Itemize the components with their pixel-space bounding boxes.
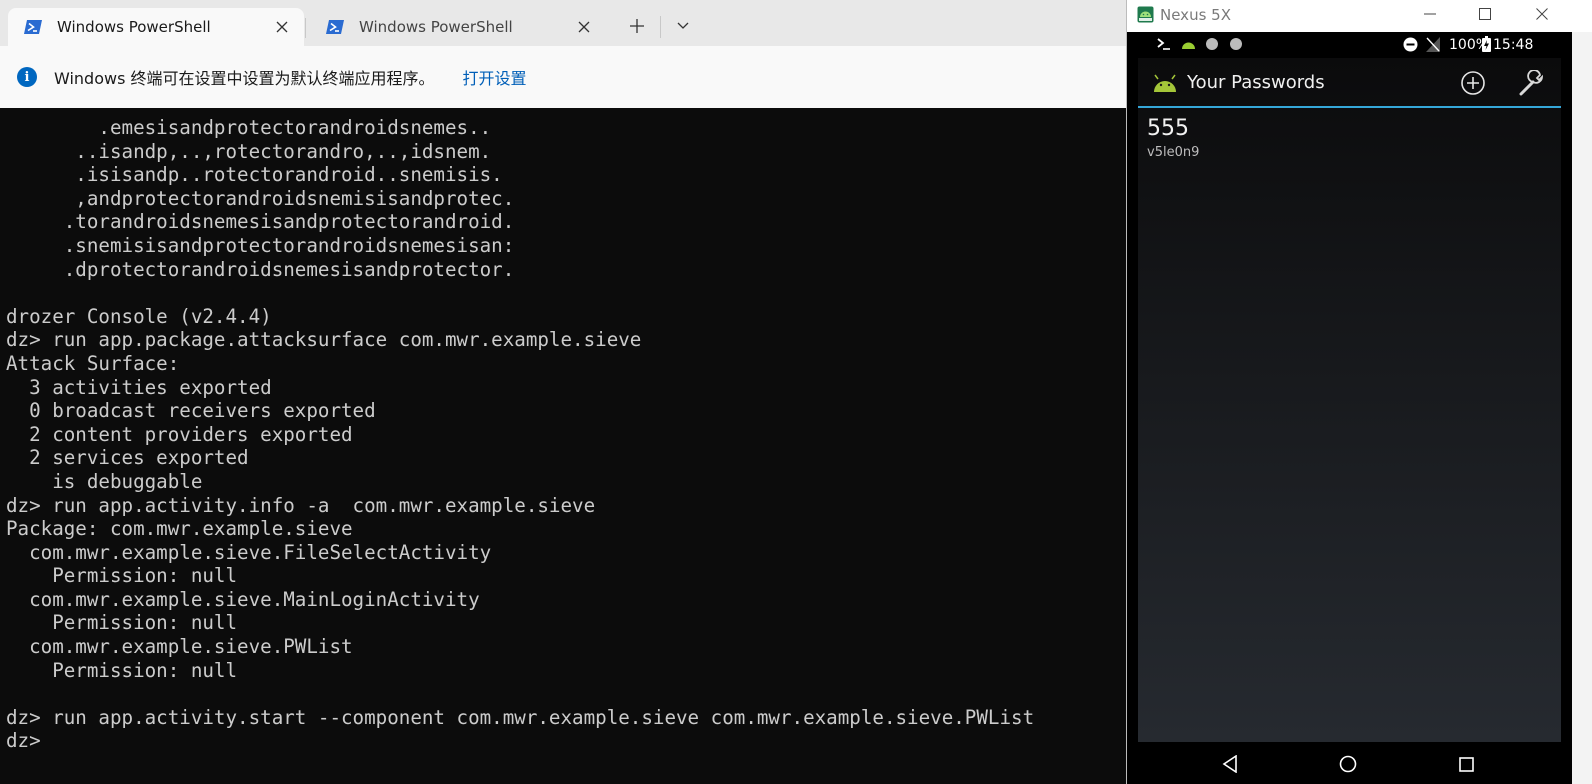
tab-title: Windows PowerShell [359, 18, 513, 36]
toolbar-divider [660, 16, 661, 38]
open-settings-link[interactable]: 打开设置 [463, 65, 527, 89]
tab-bar: Windows PowerShell Windows PowerShell [0, 0, 1130, 46]
console-line: com.mwr.example.sieve.PWList [6, 635, 353, 659]
android-nav-bar [1127, 742, 1572, 784]
password-service: 555 [1147, 116, 1189, 141]
terminal-notification-icon [1157, 38, 1170, 50]
add-password-button[interactable] [1460, 70, 1486, 96]
tab-powershell-2[interactable]: Windows PowerShell [310, 8, 606, 46]
password-list-item[interactable]: 555 v5le0n9 [1147, 116, 1547, 172]
maximize-button[interactable] [1462, 0, 1508, 28]
password-username: v5le0n9 [1147, 145, 1200, 160]
console-output[interactable]: .emesisandprotectorandroidsnemes.. ..isa… [6, 116, 1126, 753]
app-screen: Your Passwords 555 v5le0n9 [1138, 58, 1561, 742]
tab-divider [305, 18, 306, 38]
minimize-icon [1424, 13, 1436, 15]
info-bar: i Windows 终端可在设置中设置为默认终端应用程序。 打开设置 [0, 46, 1130, 108]
phone-display: 100% 15:48 Your Passwords 555 v5le0n9 [1127, 32, 1572, 784]
back-button[interactable] [1218, 752, 1242, 776]
circle-notification-icon [1230, 38, 1242, 50]
console-line: 2 content providers exported [6, 422, 353, 446]
home-circle-icon [1339, 755, 1357, 773]
tab-dropdown-button[interactable] [666, 12, 700, 40]
console-line: ,andprotectorandroidsnemisisandprotec. [6, 186, 515, 210]
powershell-icon [24, 20, 42, 34]
minimize-button[interactable] [1407, 0, 1453, 28]
recents-square-icon [1458, 756, 1474, 772]
console-line: .emesisandprotectorandroidsnemes.. [6, 116, 492, 139]
console-line: .dprotectorandroidsnemesisandprotector. [6, 257, 515, 281]
chevron-down-icon [677, 22, 689, 29]
battery-charging-icon [1482, 36, 1491, 52]
console-line: .isisandp..rotectorandroid..snemisis. [6, 163, 503, 187]
console-line: 3 activities exported [6, 375, 272, 399]
app-title: Your Passwords [1187, 72, 1325, 93]
console-line: com.mwr.example.sieve.MainLoginActivity [6, 587, 480, 611]
wrench-icon[interactable] [1518, 70, 1546, 98]
info-message: Windows 终端可在设置中设置为默认终端应用程序。 [54, 69, 435, 88]
close-icon[interactable] [570, 13, 598, 41]
console-line: .snemisisandprotectorandroidsnemesisan: [6, 233, 515, 257]
recents-button[interactable] [1454, 752, 1478, 776]
action-bar: Your Passwords [1138, 58, 1561, 108]
console-line: ..isandp,..,rotectorandro,..,idsnem. [6, 139, 492, 163]
circle-notification-icon [1206, 38, 1218, 50]
emulator-titlebar: Nexus 5X [1127, 0, 1592, 32]
console-line: is debuggable [6, 469, 203, 493]
console-line: 0 broadcast receivers exported [6, 399, 376, 423]
close-icon[interactable] [268, 13, 296, 41]
close-button[interactable] [1519, 0, 1565, 28]
console-line: dz> run app.activity.start --component c… [6, 705, 1035, 729]
emulator-title: Nexus 5X [1160, 6, 1231, 24]
console-line: Permission: null [6, 611, 238, 635]
android-emulator-icon [1137, 6, 1154, 23]
plus-icon [630, 19, 644, 33]
close-icon [1536, 8, 1548, 20]
android-app-icon [1154, 74, 1176, 92]
new-tab-button[interactable] [620, 12, 654, 40]
tab-powershell-1[interactable]: Windows PowerShell [8, 8, 304, 46]
console-line: dz> run app.activity.info -a com.mwr.exa… [6, 493, 596, 517]
console-line: 2 services exported [6, 446, 249, 470]
android-notification-icon [1182, 42, 1195, 49]
console-line: Package: com.mwr.example.sieve [6, 517, 353, 541]
console-line: dz> run app.package.attacksurface com.mw… [6, 328, 642, 352]
console-line: com.mwr.example.sieve.FileSelectActivity [6, 540, 492, 564]
console-line: drozer Console (v2.4.4) [6, 304, 272, 328]
console-line: Permission: null [6, 564, 238, 588]
console-line: dz> [6, 729, 41, 753]
status-clock: 15:48 [1493, 37, 1534, 53]
info-icon: i [17, 67, 37, 87]
powershell-icon [326, 20, 344, 34]
tab-title: Windows PowerShell [57, 18, 211, 36]
home-button[interactable] [1336, 752, 1360, 776]
maximize-icon [1479, 8, 1491, 20]
terminal-window: Windows PowerShell Windows PowerShell i … [0, 0, 1130, 784]
console-line: Permission: null [6, 658, 238, 682]
console-line: Attack Surface: [6, 351, 180, 375]
do-not-disturb-icon [1403, 37, 1418, 52]
console-line: .torandroidsnemesisandprotectorandroid. [6, 210, 515, 234]
no-signal-icon [1426, 37, 1440, 52]
back-triangle-icon [1222, 755, 1237, 773]
android-status-bar: 100% 15:48 [1127, 32, 1572, 58]
